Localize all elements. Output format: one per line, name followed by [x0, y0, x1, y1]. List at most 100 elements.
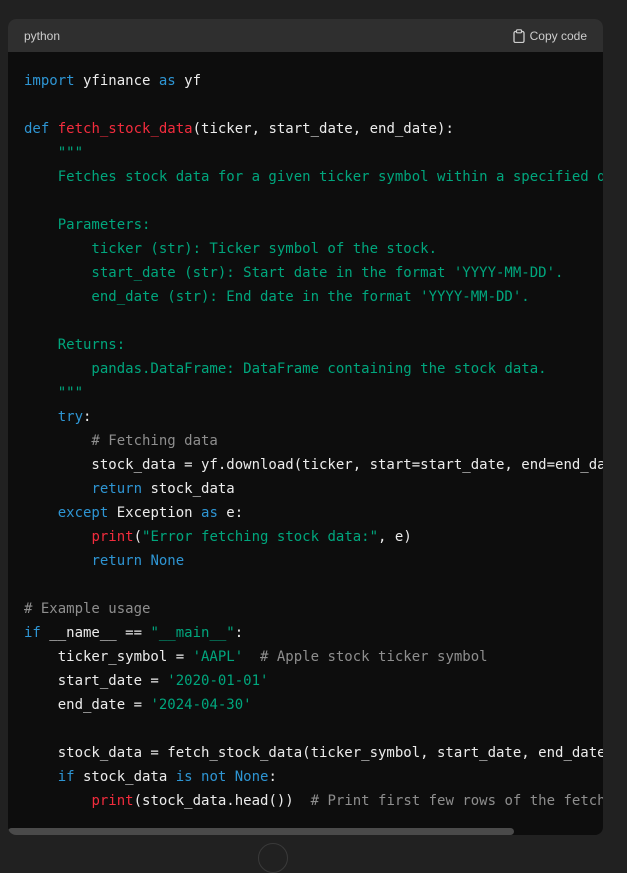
code-token: import	[24, 73, 75, 89]
code-token: __name__ ==	[40, 625, 151, 641]
code-token: :	[234, 625, 244, 641]
code-line: start_date (str): Start date in the form…	[24, 261, 603, 285]
code-line: if stock_data is not None:	[24, 765, 603, 789]
code-token: """	[24, 145, 84, 161]
code-line: # Fetching data	[24, 429, 603, 453]
code-token: ticker (str): Ticker symbol of the stock…	[24, 241, 438, 257]
code-token: '2024-04-30'	[150, 697, 252, 713]
code-line: try:	[24, 405, 603, 429]
code-block-header: python Copy code	[8, 19, 603, 52]
code-token: end_date (str): End date in the format '…	[24, 289, 530, 305]
code-token: print	[91, 793, 134, 809]
code-token: print	[91, 529, 134, 545]
code-token: # Example usage	[24, 601, 151, 617]
code-line: Parameters:	[24, 213, 603, 237]
code-line: print("Error fetching stock data:", e)	[24, 525, 603, 549]
code-token: as	[158, 73, 176, 89]
horizontal-scrollbar[interactable]	[8, 828, 514, 835]
code-line: return stock_data	[24, 477, 603, 501]
code-token: pandas.DataFrame: DataFrame containing t…	[24, 361, 547, 377]
code-token: stock_data	[74, 769, 176, 785]
code-line: Fetches stock data for a given ticker sy…	[24, 165, 603, 189]
code-token: , e)	[378, 529, 412, 545]
copy-code-label: Copy code	[529, 28, 587, 43]
code-line: Returns:	[24, 333, 603, 357]
code-token: return	[91, 553, 143, 569]
code-token: yfinance	[74, 73, 159, 89]
code-token: (stock_data.head())	[133, 793, 311, 809]
code-token: :	[83, 409, 92, 425]
code-token: # Print first few rows of the fetched da…	[310, 793, 603, 809]
code-token: try	[57, 409, 84, 425]
code-token: stock_data = yf.download(ticker, start=s…	[24, 457, 603, 473]
code-token: Exception	[108, 505, 202, 521]
code-token: '2020-01-01'	[167, 673, 269, 689]
language-label: python	[24, 28, 61, 43]
code-content[interactable]: import yfinance as yf def fetch_stock_dat…	[8, 52, 603, 835]
code-token: (ticker, start_date, end_date):	[192, 121, 454, 137]
code-token: return	[91, 481, 143, 497]
code-token: "Error fetching stock data:"	[142, 529, 379, 545]
code-block: python Copy code import yfinance as yf de…	[8, 19, 603, 835]
code-token: except	[57, 505, 109, 521]
code-line: ticker_symbol = 'AAPL' # Apple stock tic…	[24, 645, 603, 669]
code-token: e:	[217, 505, 244, 521]
code-line: """	[24, 141, 603, 165]
code-line: stock_data = fetch_stock_data(ticker_sym…	[24, 741, 603, 765]
code-token: ticker_symbol =	[24, 649, 193, 665]
code-line: import yfinance as yf	[24, 69, 603, 93]
code-line: print(stock_data.head()) # Print first f…	[24, 789, 603, 813]
code-token: Parameters:	[24, 217, 151, 233]
code-line: return None	[24, 549, 603, 573]
code-token: # Fetching data	[24, 433, 218, 449]
code-line: except Exception as e:	[24, 501, 603, 525]
code-token: "__main__"	[150, 625, 235, 641]
code-line: end_date = '2024-04-30'	[24, 693, 603, 717]
code-token: is not None	[175, 769, 269, 785]
code-token: if	[24, 625, 41, 641]
clipboard-icon	[512, 28, 525, 43]
code-line: start_date = '2020-01-01'	[24, 669, 603, 693]
code-token: fetch_stock_data	[57, 121, 193, 137]
copy-code-button[interactable]: Copy code	[512, 28, 587, 43]
code-line: # Example usage	[24, 597, 603, 621]
code-token: (	[133, 529, 143, 545]
code-line: stock_data = yf.download(ticker, start=s…	[24, 453, 603, 477]
code-token: end_date =	[24, 697, 151, 713]
code-token: Fetches stock data for a given ticker sy…	[57, 169, 603, 185]
scroll-down-button[interactable]	[258, 843, 288, 873]
code-token: start_date =	[24, 673, 168, 689]
code-line: def fetch_stock_data(ticker, start_date,…	[24, 117, 603, 141]
code-token: yf	[175, 73, 202, 89]
code-token: """	[24, 385, 84, 401]
code-token: stock_data = fetch_stock_data(ticker_sym…	[24, 745, 603, 761]
code-token: None	[150, 553, 185, 569]
code-token: 'AAPL'	[192, 649, 244, 665]
code-token: start_date (str): Start date in the form…	[24, 265, 564, 281]
code-token: :	[268, 769, 277, 785]
code-token: Returns:	[24, 337, 126, 353]
code-line: ticker (str): Ticker symbol of the stock…	[24, 237, 603, 261]
code-token: stock_data	[142, 481, 235, 497]
code-line: end_date (str): End date in the format '…	[24, 285, 603, 309]
code-line: if __name__ == "__main__":	[24, 621, 603, 645]
code-line: """	[24, 381, 603, 405]
code-token: def	[24, 121, 50, 137]
code-token: # Apple stock ticker symbol	[260, 649, 488, 665]
code-token: if	[57, 769, 75, 785]
code-token: as	[201, 505, 218, 521]
